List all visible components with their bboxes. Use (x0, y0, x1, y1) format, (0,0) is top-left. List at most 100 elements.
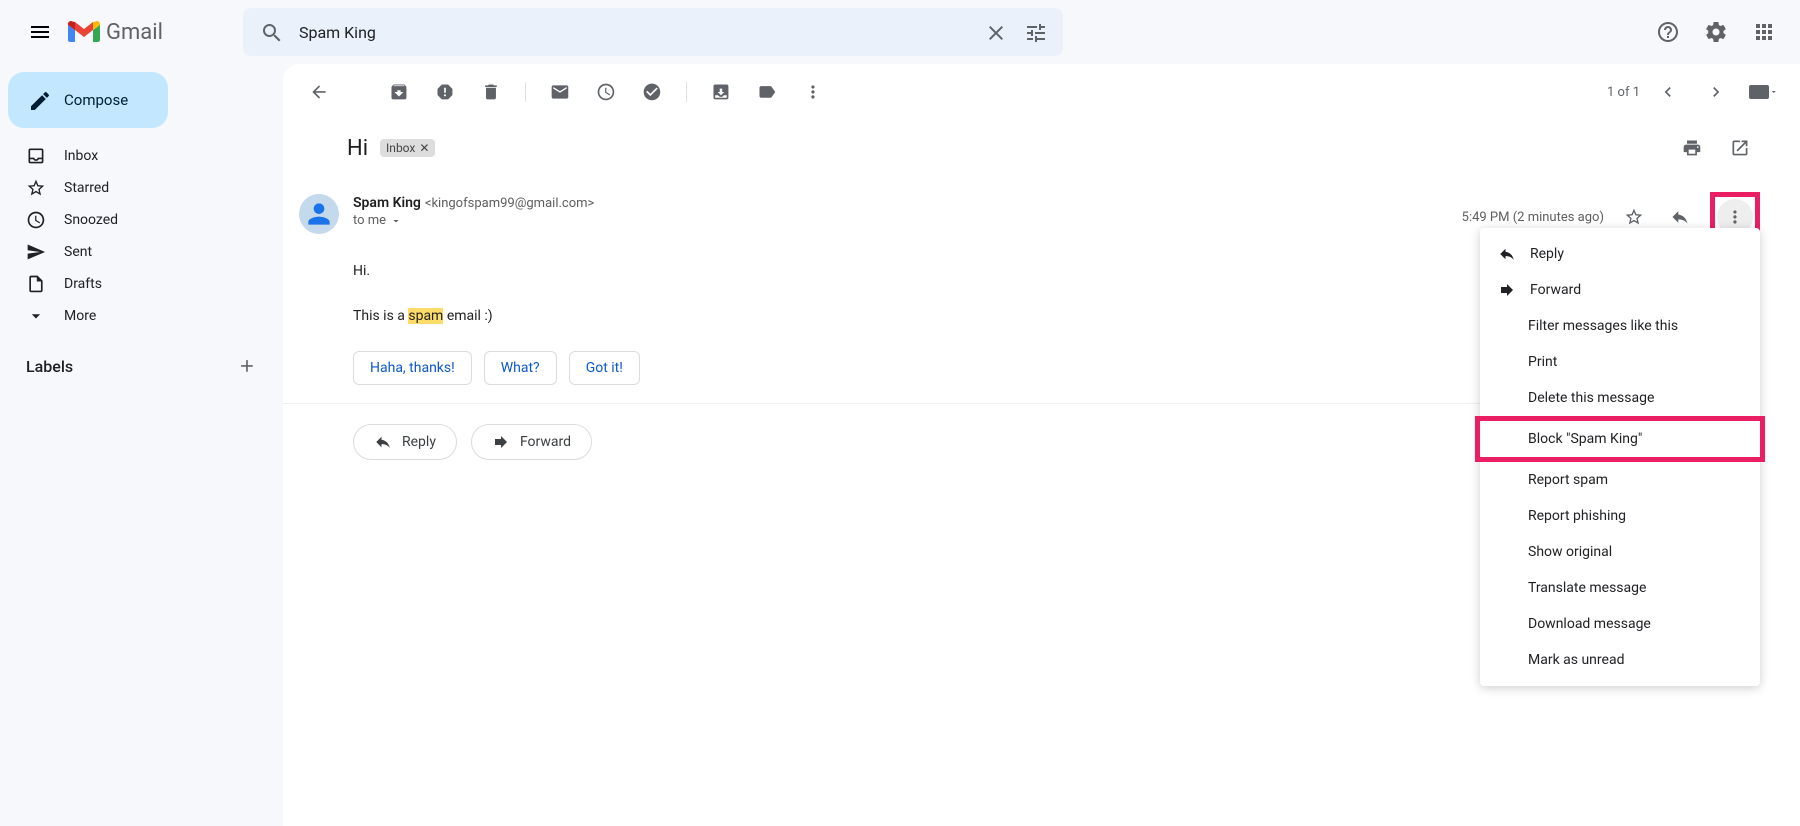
sidebar-item-snoozed[interactable]: Snoozed (0, 204, 271, 236)
sidebar-item-drafts[interactable]: Drafts (0, 268, 271, 300)
recipient-line[interactable]: to me (353, 213, 1462, 228)
search-options-button[interactable] (1015, 12, 1055, 52)
arrow-back-icon (309, 82, 329, 102)
labels-heading-row: Labels (0, 350, 283, 382)
help-icon (1656, 20, 1680, 44)
menu-icon (28, 20, 52, 44)
compose-button[interactable]: Compose (8, 72, 168, 128)
dropdown-filter[interactable]: Filter messages like this (1480, 308, 1760, 344)
sidebar-item-starred[interactable]: Starred (0, 172, 271, 204)
clock-icon (596, 82, 616, 102)
sidebar-item-label: Inbox (64, 148, 98, 164)
gmail-logo[interactable]: Gmail (68, 20, 163, 45)
mark-unread-button[interactable] (540, 72, 580, 112)
add-label-button[interactable] (231, 350, 263, 382)
sender-avatar[interactable] (299, 194, 339, 234)
file-icon (26, 274, 46, 294)
toolbar-separator (686, 82, 687, 102)
message-more-dropdown: Reply Forward Filter messages like this … (1480, 228, 1760, 686)
pencil-icon (28, 89, 50, 111)
clock-icon (26, 210, 46, 230)
search-bar (243, 8, 1063, 56)
search-button[interactable] (251, 12, 291, 52)
apps-grid-icon (1752, 20, 1776, 44)
search-input[interactable] (291, 23, 975, 42)
archive-button[interactable] (379, 72, 419, 112)
dropdown-translate[interactable]: Translate message (1480, 570, 1760, 606)
main-menu-button[interactable] (16, 8, 64, 56)
header-right (1648, 12, 1784, 52)
dropdown-delete[interactable]: Delete this message (1480, 380, 1760, 416)
plus-icon (237, 356, 257, 376)
message-timestamp: 5:49 PM (2 minutes ago) (1462, 210, 1604, 225)
more-toolbar-button[interactable] (793, 72, 833, 112)
forward-icon (1498, 281, 1516, 299)
labels-button[interactable] (747, 72, 787, 112)
sidebar-item-label: Drafts (64, 276, 102, 292)
reply-icon (1670, 207, 1690, 227)
remove-label-button[interactable]: ✕ (419, 141, 429, 155)
dropdown-block[interactable]: Block "Spam King" (1480, 421, 1760, 457)
gear-icon (1704, 20, 1728, 44)
open-in-new-icon (1730, 138, 1750, 158)
label-icon (757, 82, 777, 102)
input-tools-button[interactable] (1744, 72, 1784, 112)
smart-reply-3[interactable]: Got it! (569, 351, 640, 385)
forward-button[interactable]: Forward (471, 424, 592, 460)
sidebar-item-label: Starred (64, 180, 109, 196)
chevron-right-icon (1706, 82, 1726, 102)
prev-button[interactable] (1648, 72, 1688, 112)
back-button[interactable] (299, 72, 339, 112)
sidebar-item-label: Snoozed (64, 212, 118, 228)
sidebar-item-label: More (64, 308, 96, 324)
add-to-tasks-button[interactable] (632, 72, 672, 112)
message-container: Spam King <kingofspam99@gmail.com> to me… (283, 176, 1800, 476)
dropdown-show-original[interactable]: Show original (1480, 534, 1760, 570)
sidebar-item-more[interactable]: More (0, 300, 271, 332)
dropdown-print[interactable]: Print (1480, 344, 1760, 380)
highlighted-word: spam (408, 308, 443, 324)
move-to-button[interactable] (701, 72, 741, 112)
message-toolbar: 1 of 1 (283, 64, 1800, 120)
dropdown-caret-icon (1769, 87, 1779, 97)
smart-reply-1[interactable]: Haha, thanks! (353, 351, 472, 385)
delete-button[interactable] (471, 72, 511, 112)
more-vert-icon (803, 82, 823, 102)
sidebar-item-sent[interactable]: Sent (0, 236, 271, 268)
reply-icon (374, 433, 392, 451)
dropdown-reply[interactable]: Reply (1480, 236, 1760, 272)
settings-button[interactable] (1696, 12, 1736, 52)
print-button[interactable] (1672, 128, 1712, 168)
search-icon (260, 21, 282, 43)
inbox-icon (26, 146, 46, 166)
snooze-button[interactable] (586, 72, 626, 112)
mail-icon (550, 82, 570, 102)
google-apps-button[interactable] (1744, 12, 1784, 52)
dropdown-report-phishing[interactable]: Report phishing (1480, 498, 1760, 534)
support-button[interactable] (1648, 12, 1688, 52)
reply-icon (1498, 245, 1516, 263)
report-spam-button[interactable] (425, 72, 465, 112)
clear-search-button[interactable] (975, 12, 1015, 52)
dropdown-forward[interactable]: Forward (1480, 272, 1760, 308)
next-button[interactable] (1696, 72, 1736, 112)
keyboard-icon (1749, 85, 1769, 99)
app-header: Gmail (0, 0, 1800, 64)
dropdown-mark-unread[interactable]: Mark as unread (1480, 642, 1760, 678)
sender-email: <kingofspam99@gmail.com> (425, 196, 594, 211)
star-icon (26, 178, 46, 198)
labels-heading: Labels (26, 357, 73, 376)
gmail-logo-icon (68, 20, 100, 44)
dropdown-report-spam[interactable]: Report spam (1480, 462, 1760, 498)
subject-row: Hi Inbox ✕ (283, 120, 1800, 176)
forward-icon (492, 433, 510, 451)
open-new-window-button[interactable] (1720, 128, 1760, 168)
inbox-label-chip[interactable]: Inbox ✕ (380, 139, 435, 157)
move-to-inbox-icon (711, 82, 731, 102)
smart-reply-2[interactable]: What? (484, 351, 557, 385)
label-chip-text: Inbox (386, 141, 415, 155)
compose-label: Compose (64, 91, 128, 109)
dropdown-download[interactable]: Download message (1480, 606, 1760, 642)
reply-button[interactable]: Reply (353, 424, 457, 460)
sidebar-item-inbox[interactable]: Inbox (0, 140, 271, 172)
